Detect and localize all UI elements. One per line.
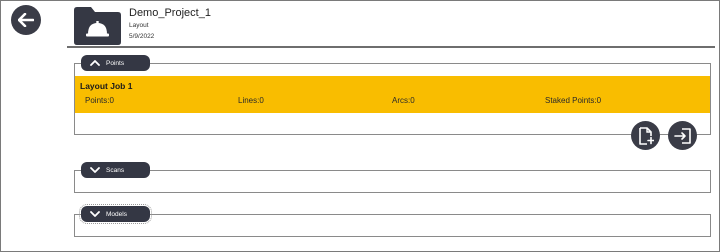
chevron-down-icon [90, 211, 100, 217]
back-button[interactable] [11, 5, 41, 35]
project-name: Demo_Project_1 [129, 7, 211, 19]
models-section [74, 214, 711, 237]
import-button[interactable] [668, 121, 697, 150]
app-window: Demo_Project_1 Layout 5/9/2022 Layout Jo… [0, 0, 720, 252]
job-title: Layout Job 1 [80, 81, 133, 91]
job-points-count: Points:0 [85, 96, 114, 105]
project-date: 5/9/2022 [129, 33, 155, 40]
points-section-toggle[interactable]: Points [81, 55, 150, 71]
layout-job-row[interactable]: Layout Job 1 Points:0 Lines:0 Arcs:0 Sta… [75, 76, 710, 113]
scans-section-toggle[interactable]: Scans [81, 162, 150, 178]
header-divider [67, 46, 715, 48]
scans-section [74, 170, 711, 193]
folder-hardhat-icon [74, 7, 121, 45]
scans-section-label: Scans [106, 166, 125, 174]
points-section-label: Points [106, 59, 125, 67]
job-staked-count: Staked Points:0 [545, 96, 602, 105]
job-lines-count: Lines:0 [238, 96, 264, 105]
import-icon [673, 127, 691, 144]
models-section-label: Models [106, 210, 127, 218]
file-add-icon [638, 126, 654, 145]
new-job-button[interactable] [631, 121, 660, 150]
chevron-up-icon [90, 60, 100, 66]
chevron-down-icon [90, 167, 100, 173]
job-arcs-count: Arcs:0 [392, 96, 415, 105]
models-section-toggle[interactable]: Models [79, 204, 152, 224]
arrow-left-icon [18, 13, 34, 27]
project-type: Layout [129, 22, 149, 29]
